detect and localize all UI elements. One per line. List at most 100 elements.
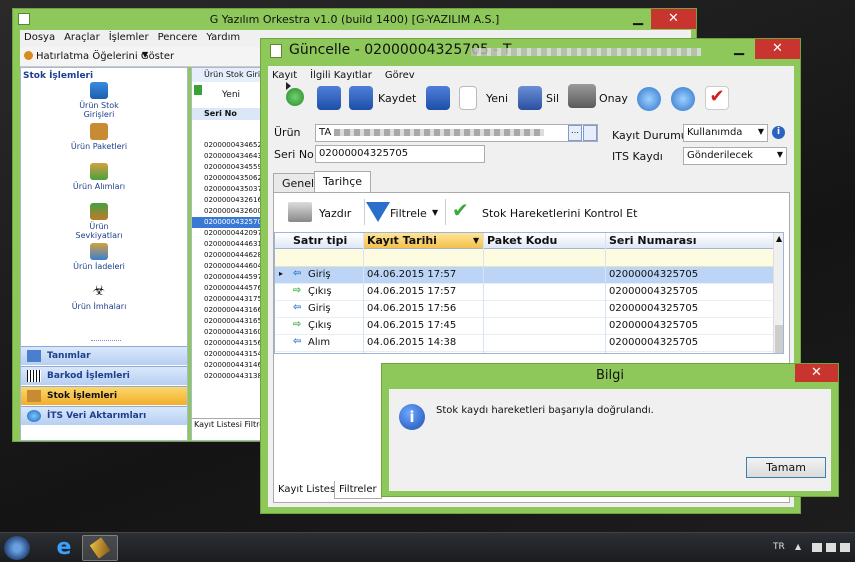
serial-list-item[interactable]: 02000004431565 bbox=[192, 338, 260, 349]
grid-row[interactable]: ⇦ Giriş 04.06.2015 17:57 02000004325705 ▸ bbox=[275, 267, 773, 284]
kayit-durumu-select[interactable]: Kullanımda ▼ bbox=[683, 124, 768, 142]
serial-list-item[interactable]: 02000004446316 bbox=[192, 239, 260, 250]
panel-item-stok-giris[interactable]: Ürün Stok Girişleri bbox=[69, 82, 129, 119]
internet-explorer-icon[interactable]: e bbox=[50, 535, 78, 561]
delete-button[interactable]: Sil bbox=[546, 92, 559, 105]
tab-filtreler[interactable]: Filtreler bbox=[245, 420, 261, 429]
nav-stok[interactable]: Stok İşlemleri bbox=[21, 386, 187, 405]
taskbar-app-orkestra[interactable] bbox=[82, 535, 118, 561]
nav-barkod[interactable]: Barkod İşlemleri bbox=[21, 366, 187, 385]
scroll-thumb[interactable] bbox=[775, 325, 783, 353]
serial-list-item[interactable]: 02000004445970 bbox=[192, 272, 260, 283]
info-icon[interactable]: i bbox=[772, 126, 785, 139]
nav-tanimlar[interactable]: Tanımlar bbox=[21, 346, 187, 365]
serial-list-item[interactable]: 02000004431603 bbox=[192, 327, 260, 338]
serial-list-item[interactable]: 02000004431664 bbox=[192, 305, 260, 316]
chevron-down-icon[interactable]: ▼ bbox=[432, 208, 438, 217]
mid-tab-title[interactable]: Ürün Stok Girişleri bbox=[192, 68, 260, 82]
serial-list-item[interactable]: 02000004350629 bbox=[192, 173, 260, 184]
serial-list-item[interactable]: 02000004431542 bbox=[192, 349, 260, 360]
serial-list-item[interactable]: 02000004446040 bbox=[192, 261, 260, 272]
reminder-button[interactable]: Hatırlatma Öğelerini Göster bbox=[36, 51, 174, 62]
ok-button[interactable]: Tamam bbox=[746, 457, 826, 478]
panel-item-iadeler[interactable]: Ürün İadeleri bbox=[69, 243, 129, 271]
tab-kayit-listesi[interactable]: Kayıt Listesi bbox=[194, 420, 242, 429]
grid-row[interactable]: ⇨ Çıkış 04.06.2015 17:57 02000004325705 bbox=[275, 284, 773, 301]
tray-expand-icon[interactable]: ▲ bbox=[795, 542, 801, 551]
serial-list-item[interactable]: 02000004431381 bbox=[192, 371, 260, 382]
panel-item-sevkiyat[interactable]: Ürün Sevkiyatları bbox=[69, 203, 129, 240]
update-minimize-button[interactable]: ▁ bbox=[726, 39, 752, 59]
update-bottom-tab-kayit[interactable]: Kayıt Listesi bbox=[278, 484, 338, 495]
col-seri-numarasi[interactable]: Seri Numarası bbox=[609, 234, 697, 247]
menu-islemler[interactable]: İşlemler bbox=[105, 30, 154, 43]
serial-list-item[interactable]: 02000004431464 bbox=[192, 360, 260, 371]
printer-icon[interactable] bbox=[288, 202, 312, 222]
check-icon[interactable]: ✔ bbox=[452, 200, 469, 220]
open-record-button[interactable] bbox=[583, 125, 597, 141]
serial-list-item[interactable]: 02000004446281 bbox=[192, 250, 260, 261]
arrow-up-icon[interactable] bbox=[637, 87, 661, 111]
mid-new-button[interactable]: Yeni bbox=[222, 90, 240, 100]
urun-field[interactable]: TA bbox=[315, 124, 598, 142]
menu-ilgili-kayitlar[interactable]: İlgili Kayıtlar bbox=[310, 70, 372, 81]
serial-list-item[interactable]: 02000004420977 bbox=[192, 228, 260, 239]
delete-icon[interactable] bbox=[518, 86, 542, 110]
checklist-icon[interactable]: ✔ bbox=[705, 86, 729, 110]
panel-item-imhalar[interactable]: ☣ Ürün İmhaları bbox=[69, 283, 129, 311]
serial-list-item[interactable]: 02000004350375 bbox=[192, 184, 260, 195]
language-indicator[interactable]: TR bbox=[773, 542, 785, 552]
menu-gorev[interactable]: Görev bbox=[385, 70, 415, 81]
approve-button[interactable]: Onay bbox=[599, 92, 628, 105]
col-satir-tipi[interactable]: Satır tipi bbox=[293, 234, 347, 247]
serial-list-item[interactable]: 02000004345599 bbox=[192, 162, 260, 173]
grid-row[interactable]: ⇦ Alım 04.06.2015 14:38 02000004325705 bbox=[275, 335, 773, 352]
menu-kayit[interactable]: Kayıt bbox=[272, 70, 297, 81]
its-kaydi-select[interactable]: Gönderilecek ▼ bbox=[683, 147, 787, 165]
panel-splitter[interactable] bbox=[91, 340, 121, 343]
menu-pencere[interactable]: Pencere bbox=[154, 30, 203, 43]
menu-dosya[interactable]: Dosya bbox=[20, 30, 60, 43]
check-movements-button[interactable]: Stok Hareketlerini Kontrol Et bbox=[482, 207, 637, 220]
serial-list-item[interactable]: 02000004346526 bbox=[192, 140, 260, 151]
browse-button[interactable]: … bbox=[568, 125, 582, 141]
save-button[interactable]: Kaydet bbox=[378, 92, 416, 105]
volume-icon[interactable] bbox=[840, 543, 850, 552]
main-minimize-button[interactable]: ▁ bbox=[625, 9, 651, 29]
mid-column-header[interactable]: Seri No bbox=[192, 108, 260, 120]
filter-icon[interactable] bbox=[366, 202, 390, 222]
serial-list-item[interactable]: 02000004326166 bbox=[192, 195, 260, 206]
main-close-button[interactable]: ✕ bbox=[651, 9, 696, 29]
add-icon[interactable] bbox=[286, 88, 304, 106]
new-document-icon[interactable] bbox=[459, 86, 477, 110]
menu-yardim[interactable]: Yardım bbox=[202, 30, 245, 43]
action-center-icon[interactable] bbox=[812, 543, 822, 552]
grid-row[interactable]: ⇦ Giriş 04.06.2015 17:56 02000004325705 bbox=[275, 301, 773, 318]
col-paket-kodu[interactable]: Paket Kodu bbox=[487, 234, 557, 247]
filter-row[interactable] bbox=[275, 249, 773, 267]
panel-item-alimlar[interactable]: Ürün Alımları bbox=[69, 163, 129, 191]
update-bottom-tab-filtreler[interactable]: Filtreler bbox=[334, 481, 382, 499]
serial-list-item[interactable]: 02000004346439 bbox=[192, 151, 260, 162]
save-icon[interactable] bbox=[349, 86, 373, 110]
chevron-down-icon[interactable]: ▼ bbox=[142, 50, 148, 59]
menu-araclar[interactable]: Araçlar bbox=[60, 30, 105, 43]
arrow-down-icon[interactable] bbox=[671, 87, 695, 111]
filter-button[interactable]: Filtrele bbox=[390, 207, 427, 220]
print-button[interactable]: Yazdır bbox=[319, 207, 351, 220]
serial-list-item[interactable]: 02000004431658 bbox=[192, 316, 260, 327]
dialog-close-button[interactable]: ✕ bbox=[795, 364, 838, 382]
serial-list-item[interactable]: 02000004325705 bbox=[192, 217, 260, 228]
start-button[interactable] bbox=[4, 536, 30, 560]
approve-icon[interactable] bbox=[568, 84, 596, 108]
save-new-icon[interactable] bbox=[317, 86, 341, 110]
new-button[interactable]: Yeni bbox=[486, 92, 508, 105]
network-icon[interactable] bbox=[826, 543, 836, 552]
col-kayit-tarihi[interactable]: Kayıt Tarihi bbox=[367, 234, 437, 247]
nav-its[interactable]: İTS Veri Aktarımları bbox=[21, 406, 187, 425]
save-and-new-icon[interactable] bbox=[426, 86, 450, 110]
serial-list-item[interactable]: 02000004445765 bbox=[192, 283, 260, 294]
grid-row[interactable]: ⇨ Çıkış 04.06.2015 17:45 02000004325705 bbox=[275, 318, 773, 335]
scroll-up-icon[interactable]: ▲ bbox=[776, 234, 782, 243]
seri-no-field[interactable]: 02000004325705 bbox=[315, 145, 485, 163]
